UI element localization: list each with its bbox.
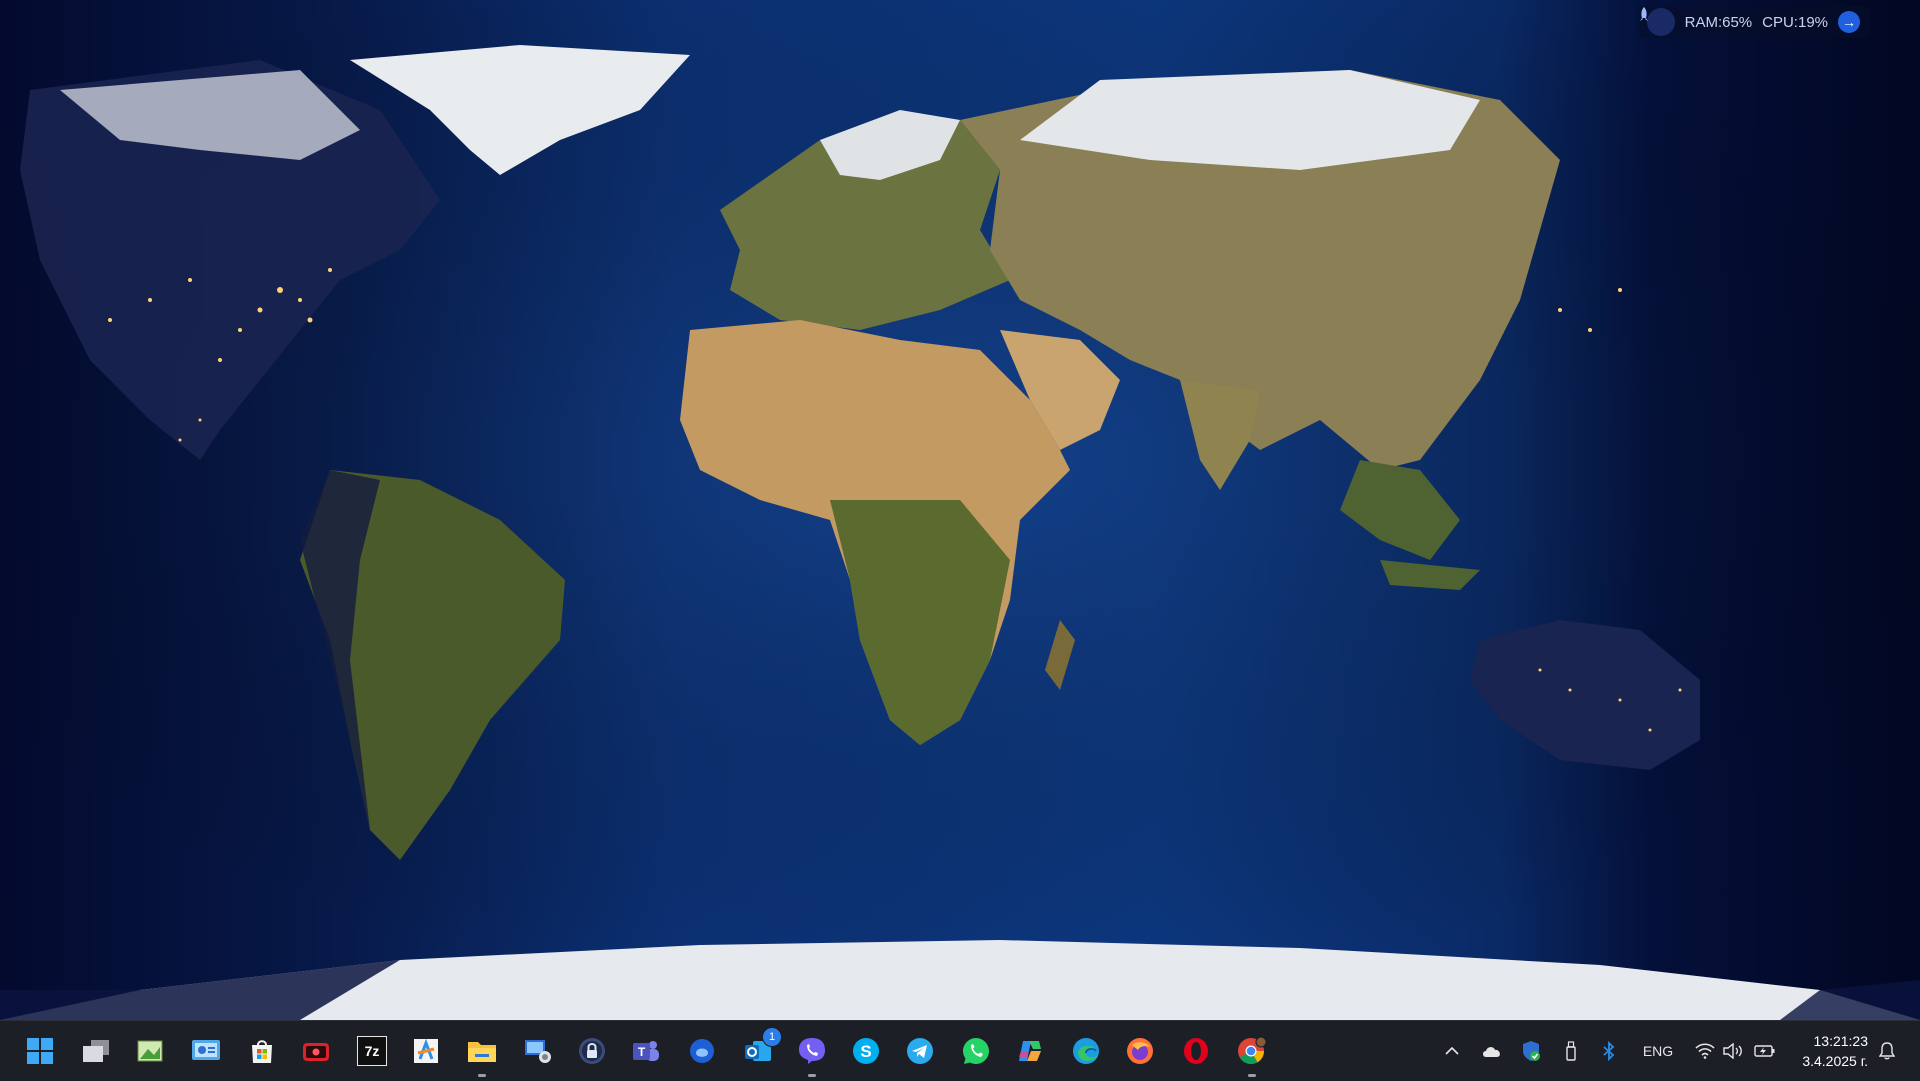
- taskbar-app-edge[interactable]: [1066, 1031, 1106, 1071]
- desktop-wallpaper: RAM:65% CPU:19% →: [0, 0, 1920, 1020]
- firefox-icon: [1127, 1038, 1153, 1064]
- svg-text:T: T: [638, 1045, 646, 1059]
- teams-icon: T: [633, 1041, 659, 1061]
- copilot-icon: [1019, 1041, 1041, 1061]
- taskbar-app-telegram[interactable]: [900, 1031, 940, 1071]
- notifications-button[interactable]: [1872, 1021, 1902, 1081]
- taskbar-app-teams[interactable]: T: [626, 1031, 666, 1071]
- taskbar-app-vpn[interactable]: [572, 1031, 612, 1071]
- opera-icon: [1184, 1038, 1208, 1064]
- store-icon: [252, 1040, 272, 1063]
- wifi-tray[interactable]: [1692, 1021, 1718, 1081]
- taskbar-app-copilot[interactable]: [1010, 1031, 1050, 1071]
- onedrive-tray[interactable]: [1476, 1021, 1508, 1081]
- notification-badge: 1: [762, 1027, 782, 1047]
- task-view-button[interactable]: [76, 1031, 116, 1071]
- recorder-icon: [303, 1043, 329, 1061]
- taskbar-app-file-explorer[interactable]: [462, 1031, 502, 1077]
- cloud-icon: [1483, 1047, 1500, 1057]
- chrome-icon: [1238, 1036, 1267, 1065]
- rocket-icon[interactable]: [1639, 7, 1675, 36]
- taskbar-app-control-panel[interactable]: [186, 1031, 226, 1071]
- volume-tray[interactable]: [1720, 1021, 1746, 1081]
- resource-monitor-widget[interactable]: RAM:65% CPU:19% →: [1636, 6, 1870, 38]
- taskbar-app-firefox[interactable]: [1120, 1031, 1160, 1071]
- usb-drive-icon: [1566, 1041, 1576, 1061]
- taskbar-app-remote-desktop[interactable]: [518, 1031, 558, 1071]
- show-hidden-icons-button[interactable]: [1438, 1021, 1466, 1081]
- security-tray[interactable]: [1516, 1021, 1546, 1081]
- running-indicator: [808, 1074, 816, 1077]
- edge-icon: [1073, 1038, 1099, 1064]
- viber-icon: [799, 1038, 825, 1064]
- bell-icon: [1879, 1042, 1895, 1060]
- taskbar-app-screen-recorder[interactable]: [296, 1031, 336, 1071]
- taskbar-app-whatsapp[interactable]: [956, 1031, 996, 1071]
- 7zip-icon: 7z: [357, 1036, 387, 1066]
- clock-time: 13:21:23: [1813, 1033, 1869, 1049]
- start-button[interactable]: [20, 1031, 60, 1071]
- taskbar-app-viber[interactable]: [792, 1031, 832, 1077]
- taskbar-app-7zip[interactable]: 7z: [352, 1031, 392, 1071]
- taskbar-app-outlook[interactable]: 1: [738, 1027, 782, 1071]
- taskbar: 7z T 1 S ENG 13:21:23 3.4.2025 г.: [0, 1020, 1920, 1081]
- svg-text:S: S: [860, 1042, 871, 1061]
- taskbar-app-shield[interactable]: [682, 1031, 722, 1071]
- taskbar-app-microsoft-store[interactable]: [242, 1031, 282, 1071]
- usb-tray[interactable]: [1556, 1021, 1586, 1081]
- wifi-icon: [1695, 1043, 1715, 1059]
- taskbar-app-image-app[interactable]: [406, 1031, 446, 1071]
- taskbar-app-opera[interactable]: [1176, 1031, 1216, 1071]
- photo-icon: [137, 1040, 163, 1062]
- windows-logo-icon: [27, 1038, 53, 1064]
- image-app-icon: [414, 1038, 438, 1063]
- world-map-wallpaper: [0, 0, 1920, 1020]
- battery-charging-icon: [1754, 1045, 1775, 1057]
- running-indicator: [1248, 1074, 1256, 1077]
- running-indicator: [478, 1074, 486, 1077]
- clock[interactable]: 13:21:23 3.4.2025 г.: [1778, 1031, 1868, 1071]
- taskbar-app-skype[interactable]: S: [846, 1031, 886, 1071]
- cpu-usage-text: CPU:19%: [1762, 13, 1828, 31]
- telegram-icon: [907, 1038, 933, 1064]
- language-indicator[interactable]: ENG: [1636, 1021, 1680, 1081]
- clock-date: 3.4.2025 г.: [1802, 1053, 1868, 1069]
- chevron-up-icon: [1445, 1046, 1459, 1055]
- arrow-right-icon[interactable]: →: [1838, 11, 1860, 33]
- ram-usage-text: RAM:65%: [1684, 13, 1753, 31]
- taskbar-app-photo-editor[interactable]: [130, 1031, 170, 1071]
- control-panel-icon: [192, 1040, 220, 1060]
- whatsapp-icon: [963, 1038, 989, 1064]
- bluetooth-tray[interactable]: [1594, 1021, 1624, 1081]
- taskbar-app-chrome[interactable]: [1232, 1031, 1272, 1077]
- folder-icon: [468, 1042, 496, 1062]
- remote-desktop-icon: [525, 1040, 551, 1063]
- shield-app-icon: [690, 1039, 714, 1063]
- battery-tray[interactable]: [1750, 1021, 1780, 1081]
- bluetooth-icon: [1603, 1041, 1615, 1061]
- lock-icon: [579, 1038, 605, 1064]
- shield-check-icon: [1523, 1041, 1540, 1061]
- speaker-icon: [1723, 1043, 1742, 1059]
- skype-icon: S: [853, 1038, 879, 1064]
- task-view-icon: [83, 1040, 109, 1062]
